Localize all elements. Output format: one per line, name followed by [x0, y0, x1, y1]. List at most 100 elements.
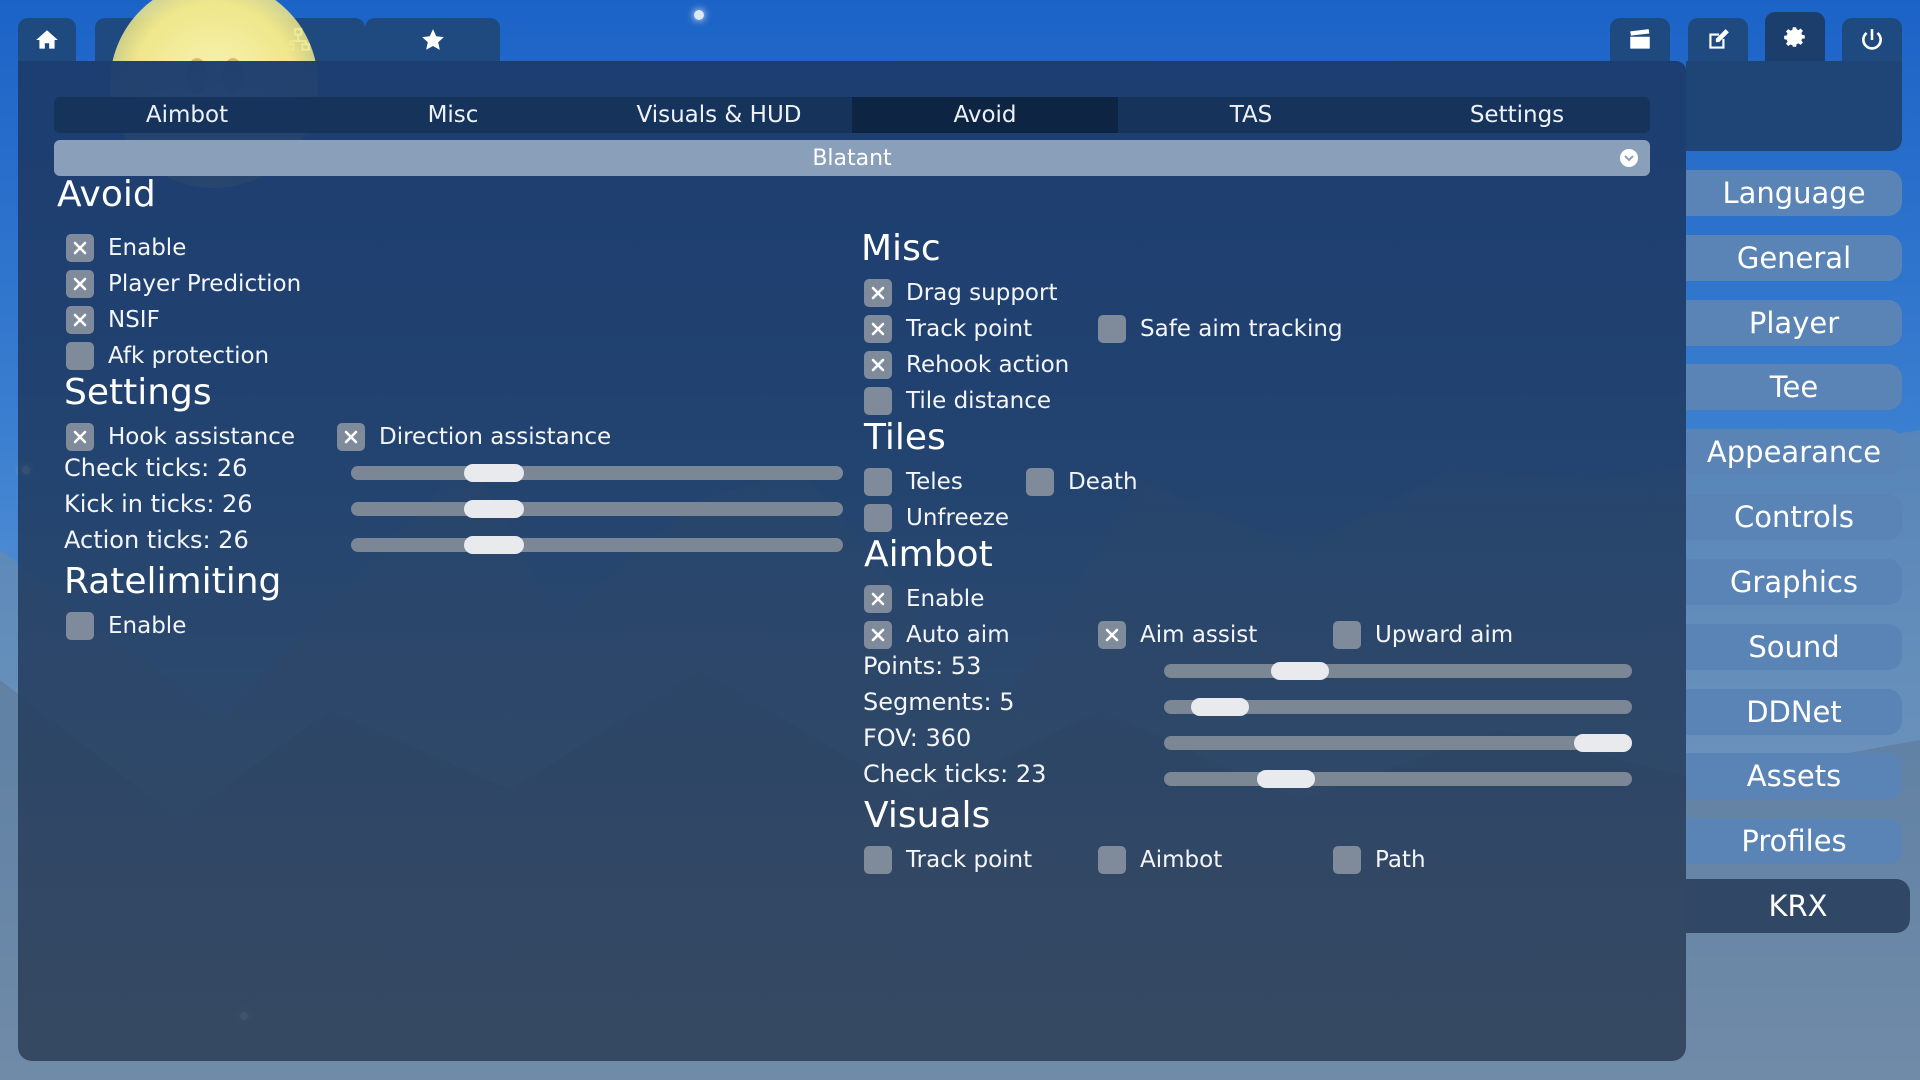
slider-knob[interactable] — [463, 464, 524, 482]
visuals-path-checkbox[interactable]: Path — [1333, 846, 1426, 874]
track-point-checkbox[interactable]: Track point — [864, 315, 1032, 343]
checkbox-label: Track point — [906, 316, 1033, 342]
segments-slider[interactable] — [1164, 698, 1632, 716]
player-prediction-checkbox[interactable]: Player Prediction — [66, 270, 301, 298]
slider-knob[interactable] — [1574, 734, 1632, 752]
tiles-heading: Tiles — [864, 417, 946, 458]
slider-knob[interactable] — [1256, 770, 1315, 788]
points-slider[interactable] — [1164, 662, 1632, 680]
menu-assets[interactable]: Assets — [1686, 753, 1902, 799]
teles-checkbox[interactable]: Teles — [864, 468, 963, 496]
star-sparkle — [694, 10, 704, 20]
action-ticks-slider[interactable] — [351, 536, 843, 554]
afk-protection-checkbox[interactable]: Afk protection — [66, 342, 269, 370]
menu-profiles[interactable]: Profiles — [1686, 818, 1902, 864]
avoid-enable-checkbox[interactable]: Enable — [66, 234, 186, 262]
drag-support-checkbox[interactable]: Drag support — [864, 279, 1057, 307]
rehook-action-checkbox[interactable]: Rehook action — [864, 351, 1069, 379]
fov-slider[interactable] — [1164, 734, 1632, 752]
aimbot-check-ticks-slider[interactable] — [1164, 770, 1632, 788]
demos-tab[interactable] — [1610, 18, 1670, 61]
tab-avoid[interactable]: Avoid — [852, 97, 1118, 133]
editor-tab[interactable] — [1688, 18, 1748, 61]
checkbox-box — [864, 504, 892, 532]
upward-aim-checkbox[interactable]: Upward aim — [1333, 621, 1513, 649]
star-icon — [421, 28, 444, 50]
aim-assist-checkbox[interactable]: Aim assist — [1098, 621, 1257, 649]
tab-visuals-hud[interactable]: Visuals & HUD — [586, 97, 852, 133]
checkbox-label: NSIF — [108, 307, 160, 333]
checkbox-box — [864, 468, 892, 496]
menu-graphics[interactable]: Graphics — [1686, 559, 1902, 605]
tile-distance-checkbox[interactable]: Tile distance — [864, 387, 1051, 415]
safe-aim-tracking-checkbox[interactable]: Safe aim tracking — [1098, 315, 1343, 343]
menu-player[interactable]: Player — [1686, 300, 1902, 346]
checkbox-box — [1026, 468, 1054, 496]
menu-controls[interactable]: Controls — [1686, 494, 1902, 540]
menu-appearance[interactable]: Appearance — [1686, 429, 1902, 475]
checkmark-x-icon — [871, 322, 885, 336]
checkmark-x-icon — [871, 592, 885, 606]
visuals-track-point-checkbox[interactable]: Track point — [864, 846, 1032, 874]
dropdown-value: Blatant — [812, 145, 892, 171]
tab-aimbot[interactable]: Aimbot — [54, 97, 320, 133]
nsif-checkbox[interactable]: NSIF — [66, 306, 160, 334]
misc-heading: Misc — [861, 228, 941, 269]
check-ticks-slider[interactable] — [351, 464, 843, 482]
home-icon — [36, 29, 58, 49]
checkbox-box — [864, 585, 892, 613]
checkbox-label: Afk protection — [108, 343, 270, 369]
home-tab[interactable] — [18, 18, 76, 61]
direction-assistance-checkbox[interactable]: Direction assistance — [337, 423, 611, 451]
checkbox-label: Teles — [906, 469, 963, 495]
visuals-aimbot-checkbox[interactable]: Aimbot — [1098, 846, 1222, 874]
power-icon — [1862, 28, 1882, 50]
panel-extension — [1686, 61, 1902, 151]
menu-sound[interactable]: Sound — [1686, 624, 1902, 670]
checkbox-box — [1098, 315, 1126, 343]
settings-tab[interactable] — [1765, 12, 1825, 61]
aimbot-enable-checkbox[interactable]: Enable — [864, 585, 984, 613]
checkbox-box — [1098, 621, 1126, 649]
clapperboard-icon — [1630, 28, 1650, 49]
menu-ddnet[interactable]: DDNet — [1686, 689, 1902, 735]
action-ticks-label: Action ticks: 26 — [64, 526, 249, 554]
checkbox-label: Aim assist — [1140, 622, 1258, 648]
checkbox-label: Upward aim — [1375, 622, 1514, 648]
auto-aim-checkbox[interactable]: Auto aim — [864, 621, 1010, 649]
checkbox-box — [864, 279, 892, 307]
hook-assistance-checkbox[interactable]: Hook assistance — [66, 423, 295, 451]
mode-dropdown[interactable]: Blatant — [54, 140, 1650, 176]
ratelimiting-enable-checkbox[interactable]: Enable — [66, 612, 186, 640]
checkbox-label: Path — [1375, 847, 1426, 873]
checkmark-x-icon — [344, 430, 358, 444]
death-checkbox[interactable]: Death — [1026, 468, 1138, 496]
check-ticks-label: Check ticks: 26 — [64, 454, 248, 482]
menu-language[interactable]: Language — [1686, 170, 1902, 216]
checkbox-label: Direction assistance — [379, 424, 612, 450]
slider-knob[interactable] — [1270, 662, 1329, 680]
menu-krx[interactable]: KRX — [1686, 879, 1910, 933]
aimbot-check-ticks-label: Check ticks: 23 — [863, 760, 1047, 788]
tab-tas[interactable]: TAS — [1118, 97, 1384, 133]
menu-general[interactable]: General — [1686, 235, 1902, 281]
slider-knob[interactable] — [463, 500, 524, 518]
menu-tee[interactable]: Tee — [1686, 364, 1902, 410]
favorites-tab[interactable] — [365, 18, 500, 61]
gear-icon — [1784, 26, 1805, 47]
checkmark-x-icon — [871, 286, 885, 300]
points-label: Points: 53 — [863, 652, 982, 680]
checkbox-label: Aimbot — [1140, 847, 1223, 873]
checkbox-box — [864, 315, 892, 343]
tab-misc[interactable]: Misc — [320, 97, 586, 133]
unfreeze-checkbox[interactable]: Unfreeze — [864, 504, 1009, 532]
ratelimiting-heading: Ratelimiting — [64, 561, 282, 602]
slider-knob[interactable] — [1191, 698, 1250, 716]
kick-in-ticks-slider[interactable] — [351, 500, 843, 518]
tab-settings[interactable]: Settings — [1384, 97, 1650, 133]
checkbox-label: Hook assistance — [108, 424, 295, 450]
checkbox-label: Enable — [108, 613, 187, 639]
quit-tab[interactable] — [1842, 18, 1902, 61]
slider-knob[interactable] — [463, 536, 524, 554]
checkmark-x-icon — [73, 430, 87, 444]
